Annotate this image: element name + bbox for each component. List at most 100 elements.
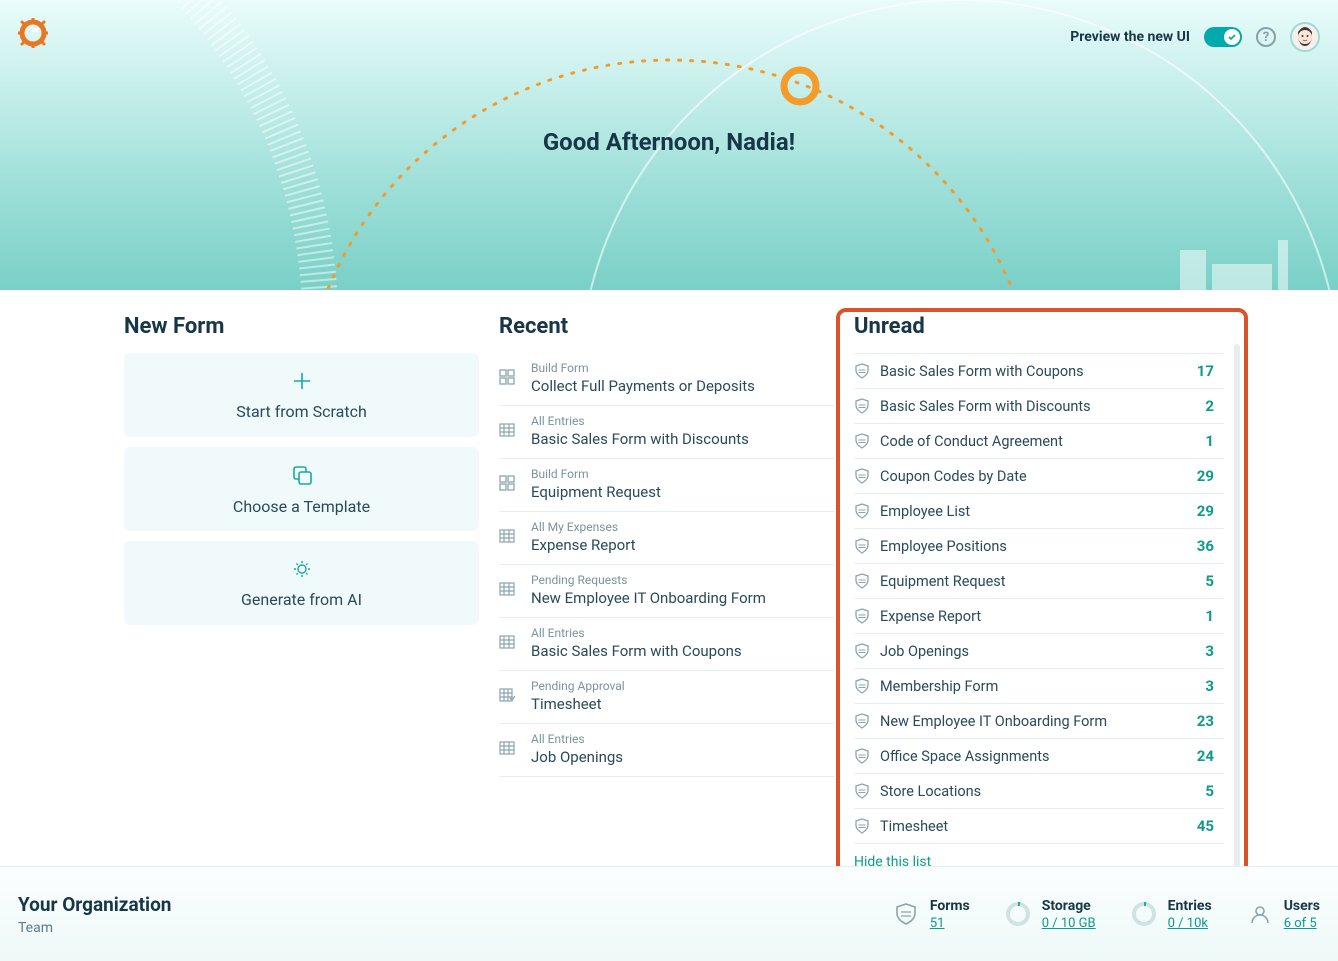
user-avatar[interactable] bbox=[1290, 22, 1320, 52]
form-shield-icon bbox=[854, 363, 870, 379]
unread-item-name: Employee List bbox=[880, 503, 1187, 520]
form-shield-icon bbox=[854, 713, 870, 729]
unread-item[interactable]: Membership Form3 bbox=[854, 669, 1224, 704]
app-logo[interactable] bbox=[18, 18, 48, 48]
unread-item[interactable]: Basic Sales Form with Discounts2 bbox=[854, 389, 1224, 424]
start-from-scratch-card[interactable]: Start from Scratch bbox=[124, 353, 479, 437]
recent-item-icon bbox=[499, 528, 517, 544]
unread-item-name: Coupon Codes by Date bbox=[880, 468, 1187, 485]
start-from-scratch-label: Start from Scratch bbox=[236, 402, 367, 421]
choose-template-card[interactable]: Choose a Template bbox=[124, 447, 479, 531]
stat-forms-label: Forms bbox=[930, 898, 970, 914]
unread-item[interactable]: Office Space Assignments 24 bbox=[854, 739, 1224, 774]
form-shield-icon bbox=[854, 643, 870, 659]
recent-item[interactable]: All EntriesJob Openings bbox=[499, 724, 834, 777]
unread-item[interactable]: Code of Conduct Agreement1 bbox=[854, 424, 1224, 459]
unread-item[interactable]: Equipment Request 5 bbox=[854, 564, 1224, 599]
unread-item-name: Office Space Assignments bbox=[880, 748, 1187, 765]
stat-entries[interactable]: Entries 0 / 10k bbox=[1130, 898, 1212, 931]
unread-item[interactable]: Coupon Codes by Date 29 bbox=[854, 459, 1224, 494]
recent-item-context: Build Form bbox=[531, 467, 661, 481]
unread-item-count: 1 bbox=[1205, 607, 1214, 625]
storage-gauge-icon bbox=[1004, 900, 1032, 928]
recent-item-icon bbox=[499, 634, 517, 650]
entries-gauge-icon bbox=[1130, 900, 1158, 928]
new-form-section: New Form Start from Scratch Choose a Tem… bbox=[124, 314, 479, 870]
recent-item-icon bbox=[499, 581, 517, 597]
unread-item-count: 29 bbox=[1197, 467, 1214, 485]
form-shield-icon bbox=[854, 503, 870, 519]
unread-item-count: 5 bbox=[1205, 572, 1214, 590]
form-shield-icon bbox=[854, 573, 870, 589]
recent-item-context: All Entries bbox=[531, 626, 742, 640]
copy-icon bbox=[290, 463, 314, 487]
recent-item-name: New Employee IT Onboarding Form bbox=[531, 589, 766, 607]
choose-template-label: Choose a Template bbox=[233, 497, 370, 516]
recent-item[interactable]: Build FormCollect Full Payments or Depos… bbox=[499, 353, 834, 406]
recent-item[interactable]: All My Expenses Expense Report bbox=[499, 512, 834, 565]
generate-ai-card[interactable]: Generate from AI bbox=[124, 541, 479, 625]
unread-item[interactable]: Job Openings 3 bbox=[854, 634, 1224, 669]
recent-item[interactable]: All Entries Basic Sales Form with Coupons bbox=[499, 618, 834, 671]
form-shield-icon bbox=[854, 818, 870, 834]
unread-item-count: 24 bbox=[1197, 747, 1214, 765]
recent-item-icon bbox=[499, 687, 517, 703]
recent-item-name: Expense Report bbox=[531, 536, 636, 554]
recent-item-context: All My Expenses bbox=[531, 520, 636, 534]
recent-item-name: Equipment Request bbox=[531, 483, 661, 501]
stat-entries-value: 0 / 10k bbox=[1168, 916, 1212, 931]
stat-users-value: 6 of 5 bbox=[1284, 916, 1320, 931]
stat-forms-value: 51 bbox=[930, 916, 970, 931]
unread-item-name: Basic Sales Form with Coupons bbox=[880, 363, 1187, 380]
unread-item-count: 3 bbox=[1205, 642, 1214, 660]
form-shield-icon bbox=[854, 433, 870, 449]
preview-label: Preview the new UI bbox=[1070, 29, 1190, 45]
recent-item-context: Pending Requests bbox=[531, 573, 766, 587]
unread-item-name: Equipment Request bbox=[880, 573, 1195, 590]
recent-item-icon bbox=[499, 422, 517, 438]
unread-item[interactable]: Employee List29 bbox=[854, 494, 1224, 529]
scrollbar[interactable] bbox=[1234, 344, 1240, 894]
recent-item[interactable]: All EntriesBasic Sales Form with Discoun… bbox=[499, 406, 834, 459]
unread-section: Unread Basic Sales Form with Coupons17Ba… bbox=[854, 314, 1224, 870]
recent-item[interactable]: Build Form Equipment Request bbox=[499, 459, 834, 512]
unread-item[interactable]: Basic Sales Form with Coupons 17 bbox=[854, 353, 1224, 389]
stat-users[interactable]: Users 6 of 5 bbox=[1246, 898, 1320, 931]
unread-item[interactable]: Store Locations5 bbox=[854, 774, 1224, 809]
unread-item-name: Job Openings bbox=[880, 643, 1195, 660]
recent-item-name: Basic Sales Form with Discounts bbox=[531, 430, 749, 448]
topbar: Preview the new UI ? bbox=[1070, 22, 1320, 52]
stat-storage[interactable]: Storage 0 / 10 GB bbox=[1004, 898, 1096, 931]
unread-item[interactable]: Timesheet45 bbox=[854, 809, 1224, 844]
unread-item-name: Expense Report bbox=[880, 608, 1195, 625]
recent-item-context: All Entries bbox=[531, 732, 623, 746]
form-shield-icon bbox=[854, 678, 870, 694]
recent-item-context: Build Form bbox=[531, 361, 755, 375]
unread-item-count: 3 bbox=[1205, 677, 1214, 695]
unread-item-name: New Employee IT Onboarding Form bbox=[880, 713, 1187, 730]
recent-section: Recent Build FormCollect Full Payments o… bbox=[499, 314, 834, 870]
recent-item[interactable]: Pending Requests New Employee IT Onboardi… bbox=[499, 565, 834, 618]
stat-forms[interactable]: Forms 51 bbox=[892, 898, 970, 931]
unread-item-count: 17 bbox=[1197, 362, 1214, 380]
unread-item[interactable]: Employee Positions36 bbox=[854, 529, 1224, 564]
form-shield-icon bbox=[854, 538, 870, 554]
form-shield-icon bbox=[854, 468, 870, 484]
hero: Preview the new UI ? Good Afternoon, Nad… bbox=[0, 0, 1338, 290]
org-info: Your Organization Team bbox=[18, 893, 171, 936]
stat-storage-label: Storage bbox=[1042, 898, 1096, 914]
recent-item-icon bbox=[499, 740, 517, 756]
unread-item-count: 23 bbox=[1197, 712, 1214, 730]
help-icon[interactable]: ? bbox=[1256, 27, 1276, 47]
recent-item[interactable]: Pending ApprovalTimesheet bbox=[499, 671, 834, 724]
stat-entries-label: Entries bbox=[1168, 898, 1212, 914]
recent-item-context: Pending Approval bbox=[531, 679, 625, 693]
recent-item-name: Basic Sales Form with Coupons bbox=[531, 642, 742, 660]
form-shield-icon bbox=[854, 608, 870, 624]
unread-item[interactable]: New Employee IT Onboarding Form 23 bbox=[854, 704, 1224, 739]
unread-item[interactable]: Expense Report 1 bbox=[854, 599, 1224, 634]
preview-toggle[interactable] bbox=[1204, 27, 1242, 47]
toggle-knob bbox=[1224, 29, 1240, 45]
unread-item-name: Store Locations bbox=[880, 783, 1195, 800]
unread-item-count: 36 bbox=[1197, 537, 1214, 555]
